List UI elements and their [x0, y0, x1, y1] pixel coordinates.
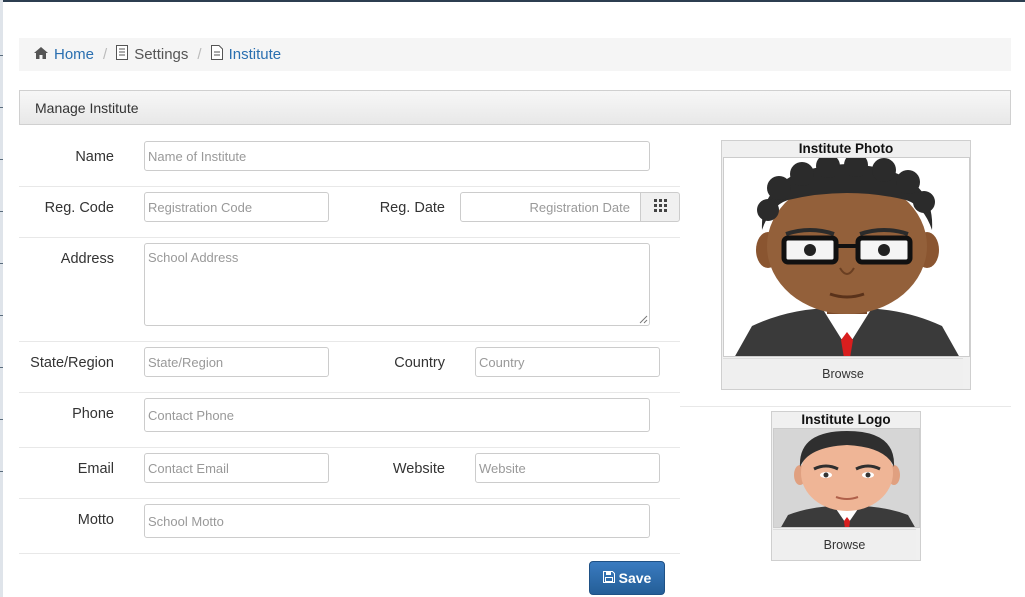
form-row-location: State/Region Country — [19, 342, 680, 393]
institute-photo-image — [723, 157, 970, 357]
panel-heading: Manage Institute — [19, 90, 1011, 125]
form-row-motto: Motto — [19, 499, 680, 554]
panel-title: Manage Institute — [35, 99, 139, 116]
save-button-label: Save — [618, 570, 652, 586]
motto-label: Motto — [77, 512, 114, 528]
address-label: Address — [60, 251, 114, 267]
reg-code-input[interactable] — [144, 192, 329, 222]
institute-photo-box: Institute Photo Browse — [721, 140, 971, 390]
section-divider — [680, 406, 1011, 407]
breadcrumb-separator: / — [103, 46, 108, 63]
form-row-contact: Email Website — [19, 448, 680, 499]
save-button[interactable]: Save — [589, 561, 665, 595]
institute-logo-image — [773, 428, 920, 528]
institute-logo-box: Institute Logo Browse — [771, 411, 921, 561]
breadcrumb-settings[interactable]: Settings — [116, 45, 188, 64]
email-input[interactable] — [144, 453, 329, 483]
reg-date-input[interactable] — [460, 192, 641, 222]
breadcrumb-institute-link[interactable]: Institute — [229, 46, 282, 63]
institute-photo-title: Institute Photo — [798, 141, 894, 156]
country-label: Country — [394, 355, 445, 371]
form-row-phone: Phone — [19, 393, 680, 448]
state-label: State/Region — [30, 355, 114, 371]
state-input[interactable] — [144, 347, 329, 377]
institute-logo-title: Institute Logo — [801, 412, 891, 427]
top-border — [0, 0, 1025, 2]
country-input[interactable] — [475, 347, 660, 377]
document-icon — [210, 45, 223, 64]
floppy-disk-icon — [602, 570, 615, 586]
name-input[interactable] — [144, 141, 650, 171]
form-row-address: Address — [19, 238, 680, 342]
phone-label: Phone — [72, 406, 114, 422]
logo-browse-button[interactable]: Browse — [773, 529, 916, 560]
breadcrumb: Home / Settings / Institute — [19, 38, 1011, 71]
name-label: Name — [75, 149, 114, 165]
reg-date-label: Reg. Date — [379, 200, 445, 216]
calendar-grid-icon — [653, 199, 667, 215]
photo-browse-button[interactable]: Browse — [723, 358, 963, 389]
form-row-name: Name — [19, 130, 680, 187]
form-row-registration: Reg. Code Reg. Date — [19, 187, 680, 238]
document-icon — [116, 45, 129, 64]
address-textarea[interactable] — [144, 243, 650, 326]
breadcrumb-institute[interactable]: Institute — [210, 45, 282, 64]
calendar-button[interactable] — [640, 192, 680, 222]
breadcrumb-settings-label[interactable]: Settings — [134, 46, 188, 63]
reg-code-label: Reg. Code — [44, 200, 114, 216]
breadcrumb-home-link[interactable]: Home — [54, 46, 94, 63]
website-input[interactable] — [475, 453, 660, 483]
phone-input[interactable] — [144, 398, 650, 432]
website-label: Website — [392, 461, 445, 477]
left-edge-strip — [0, 0, 3, 597]
breadcrumb-home[interactable]: Home — [34, 46, 94, 63]
motto-input[interactable] — [144, 504, 650, 538]
breadcrumb-separator: / — [197, 46, 202, 63]
resize-handle-icon[interactable] — [638, 314, 648, 324]
email-label: Email — [77, 461, 114, 477]
home-icon — [34, 46, 48, 63]
